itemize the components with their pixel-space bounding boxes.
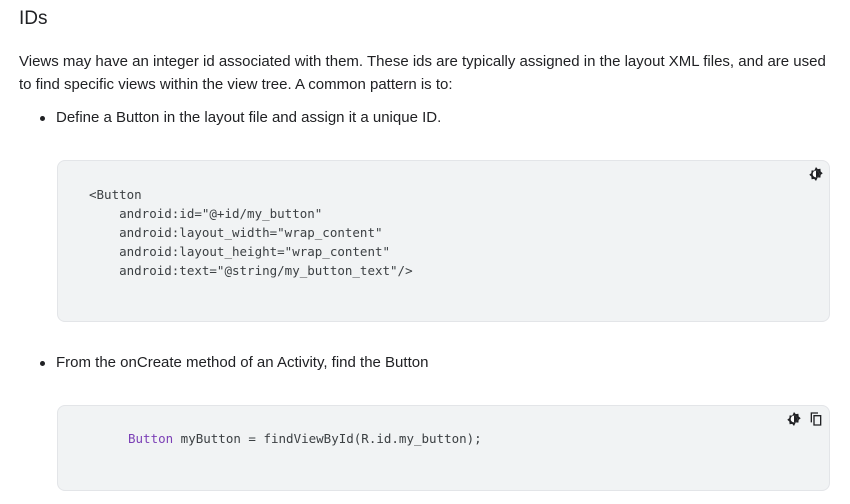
code-line: android:layout_width="wrap_content" bbox=[89, 225, 383, 240]
code-line: android:layout_height="wrap_content" bbox=[89, 244, 391, 259]
code-line: android:text="@string/my_button_text"/> bbox=[89, 263, 413, 278]
code-type-keyword: Button bbox=[128, 431, 174, 446]
code-toolbar bbox=[807, 165, 825, 183]
code-line: <Button bbox=[89, 187, 142, 202]
bullet-dot bbox=[40, 115, 45, 121]
code-block-layout-xml: <Button android:id="@+id/my_button" andr… bbox=[57, 160, 830, 322]
code-statement: myButton = findViewById(R.id.my_button); bbox=[173, 431, 482, 446]
list-item-text: Define a Button in the layout file and a… bbox=[56, 109, 442, 126]
theme-toggle-icon[interactable] bbox=[785, 410, 803, 428]
code-toolbar bbox=[785, 410, 825, 428]
list-item-text: From the onCreate method of an Activity,… bbox=[56, 354, 429, 371]
list-item: From the onCreate method of an Activity,… bbox=[40, 352, 428, 374]
list-item: Define a Button in the layout file and a… bbox=[40, 107, 441, 129]
intro-paragraph: Views may have an integer id associated … bbox=[19, 53, 826, 93]
bullet-dot bbox=[40, 360, 45, 366]
section-heading: IDs bbox=[19, 8, 48, 29]
code-xml: <Button android:id="@+id/my_button" andr… bbox=[89, 185, 413, 280]
code-block-java: Button myButton = findViewById(R.id.my_b… bbox=[57, 405, 830, 491]
code-line: android:id="@+id/my_button" bbox=[89, 206, 323, 221]
code-java: Button myButton = findViewById(R.id.my_b… bbox=[128, 429, 482, 448]
copy-icon[interactable] bbox=[807, 410, 825, 428]
theme-toggle-icon[interactable] bbox=[807, 165, 825, 183]
